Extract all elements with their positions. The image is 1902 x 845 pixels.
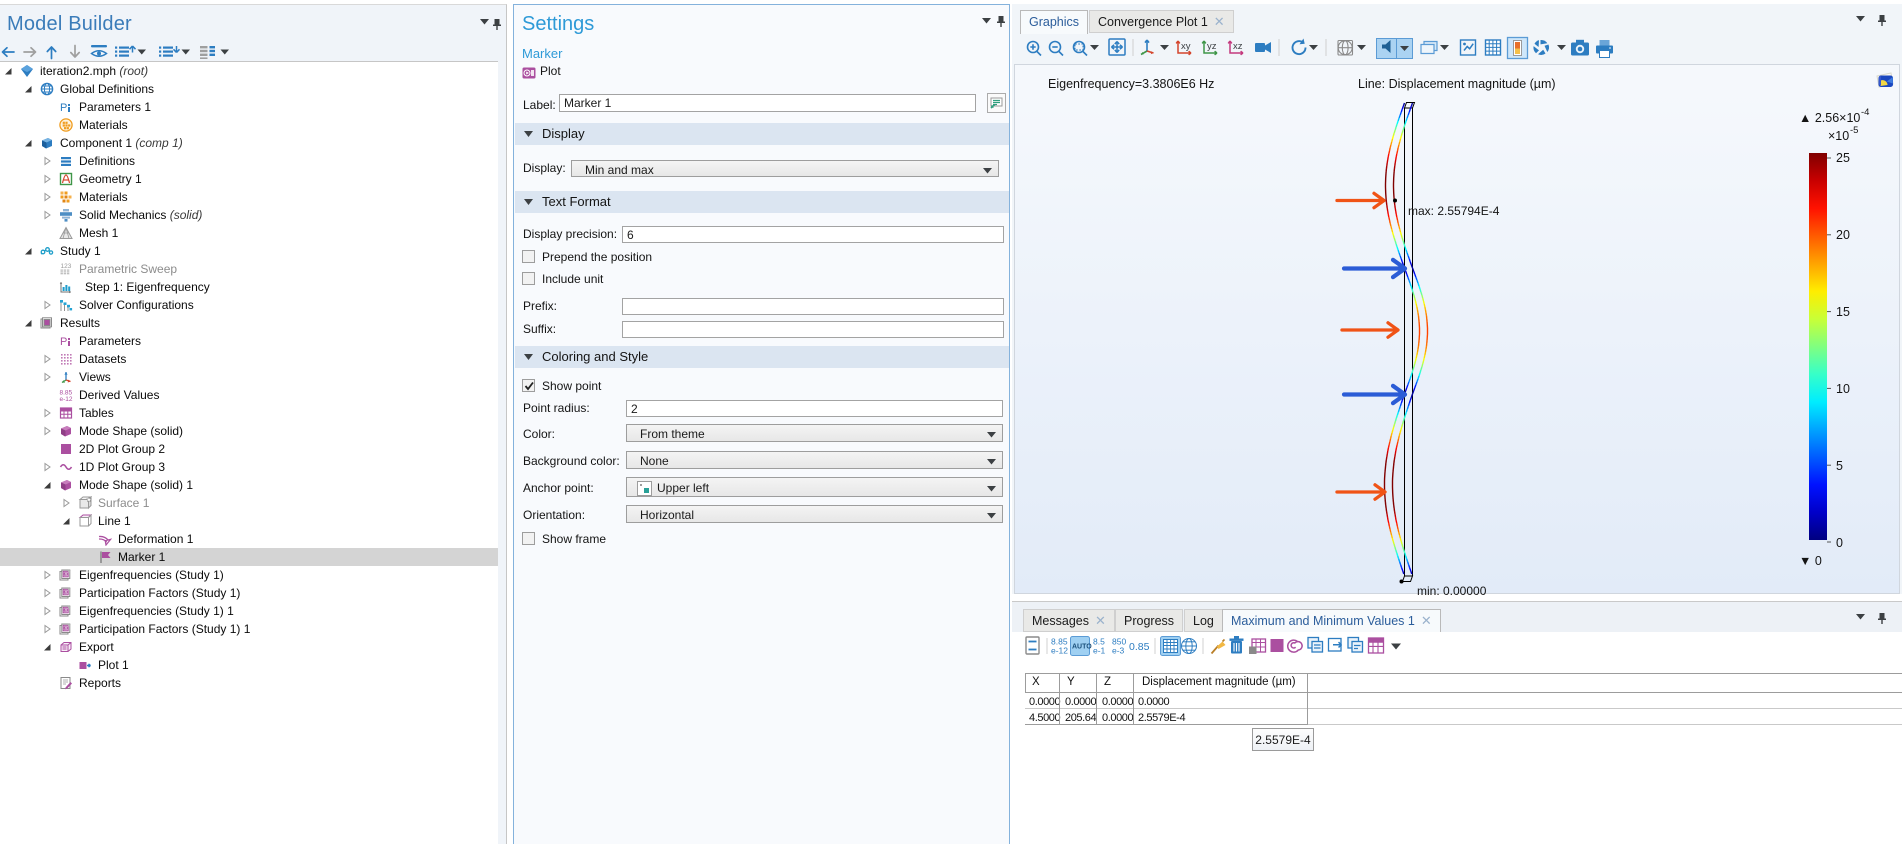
svg-text:xz: xz — [1233, 41, 1243, 52]
svg-text:20: 20 — [1836, 228, 1850, 242]
svg-text:0: 0 — [1836, 536, 1843, 550]
svg-text:25: 25 — [1836, 151, 1850, 165]
svg-text:e-3: e-3 — [1112, 646, 1125, 656]
svg-text:0.85: 0.85 — [1129, 641, 1150, 653]
svg-text:e-12: e-12 — [1051, 646, 1068, 656]
svg-text:P: P — [60, 336, 67, 348]
svg-text:▲ 2.56×10: ▲ 2.56×10 — [1799, 111, 1860, 125]
svg-text:max: 2.55794E-4: max: 2.55794E-4 — [1408, 204, 1500, 218]
svg-text:15: 15 — [1836, 305, 1850, 319]
svg-text:min: 0.00000: min: 0.00000 — [1417, 584, 1487, 595]
svg-text:-5: -5 — [1850, 125, 1858, 136]
svg-text:e-1: e-1 — [1093, 646, 1106, 656]
svg-text:10: 10 — [1836, 382, 1850, 396]
svg-text:xy: xy — [1181, 41, 1191, 52]
svg-text:-4: -4 — [1861, 107, 1869, 118]
svg-text:AUTO: AUTO — [1072, 644, 1092, 651]
svg-text:5: 5 — [1836, 459, 1843, 473]
svg-text:×10: ×10 — [1828, 129, 1849, 143]
svg-text:e-12: e-12 — [60, 396, 73, 402]
svg-text:123: 123 — [61, 263, 72, 270]
svg-text:yz: yz — [1207, 41, 1217, 52]
svg-text:▼ 0: ▼ 0 — [1799, 554, 1822, 568]
svg-text:P: P — [60, 102, 67, 114]
